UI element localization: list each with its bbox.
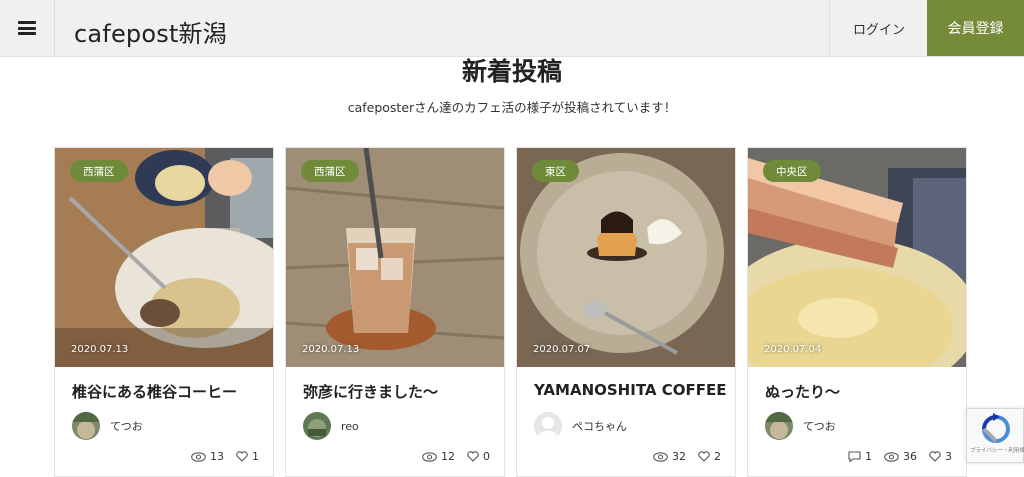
- author-name: てつお: [803, 420, 836, 433]
- menu-button[interactable]: [0, 0, 55, 56]
- post-card[interactable]: 西蒲区 2020.07.13 椎谷にある椎谷コーヒー てつお 13 1: [54, 147, 274, 477]
- views-stat: 32: [653, 450, 686, 463]
- eye-icon: [653, 451, 668, 462]
- post-date: 2020.07.13: [302, 344, 360, 355]
- post-stats: 32 2: [653, 450, 721, 463]
- likes-count: 3: [945, 450, 952, 463]
- likes-stat[interactable]: 0: [467, 450, 490, 463]
- heart-icon: [929, 451, 941, 462]
- post-photo[interactable]: 中央区 2020.07.04: [748, 148, 966, 367]
- post-title[interactable]: 椎谷にある椎谷コーヒー: [72, 381, 237, 402]
- post-card[interactable]: 中央区 2020.07.04 ぬったり〜 てつお 1 36 3: [747, 147, 967, 477]
- views-stat: 12: [422, 450, 455, 463]
- eye-icon: [191, 451, 206, 462]
- eye-icon: [884, 451, 899, 462]
- eye-icon: [422, 451, 437, 462]
- likes-stat[interactable]: 3: [929, 450, 952, 463]
- post-stats: 12 0: [422, 450, 490, 463]
- avatar: [534, 412, 562, 440]
- author-name: reo: [341, 419, 359, 433]
- views-stat: 36: [884, 450, 917, 463]
- section-title: 新着投稿: [461, 57, 562, 86]
- area-tag[interactable]: 西蒲区: [301, 160, 359, 182]
- login-button[interactable]: ログイン: [829, 0, 928, 56]
- heart-icon: [236, 451, 248, 462]
- area-tag[interactable]: 中央区: [763, 160, 821, 182]
- views-count: 13: [210, 450, 224, 463]
- post-author[interactable]: reo: [303, 412, 359, 440]
- comments-stat: 1: [848, 450, 872, 463]
- post-card[interactable]: 東区 2020.07.07 YAMANOSHITA COFFEE ペコちゃん 3…: [516, 147, 736, 477]
- likes-stat[interactable]: 1: [236, 450, 259, 463]
- likes-stat[interactable]: 2: [698, 450, 721, 463]
- hamburger-icon: [18, 21, 36, 35]
- post-photo[interactable]: 東区 2020.07.07: [517, 148, 735, 367]
- post-photo[interactable]: 西蒲区 2020.07.13: [55, 148, 273, 367]
- post-title[interactable]: 弥彦に行きました〜: [303, 381, 438, 402]
- views-stat: 13: [191, 450, 224, 463]
- site-header: cafepost新潟 ログイン 会員登録: [0, 0, 1024, 57]
- section-subtitle: cafeposterさん達のカフェ活の様子が投稿されています！: [347, 100, 677, 115]
- area-tag[interactable]: 東区: [532, 160, 579, 182]
- post-author[interactable]: てつお: [72, 412, 143, 440]
- post-author[interactable]: てつお: [765, 412, 836, 440]
- comment-icon: [848, 451, 861, 462]
- likes-count: 2: [714, 450, 721, 463]
- post-title[interactable]: ぬったり〜: [765, 381, 840, 402]
- post-date: 2020.07.04: [764, 344, 822, 355]
- views-count: 36: [903, 450, 917, 463]
- post-author[interactable]: ペコちゃん: [534, 412, 627, 440]
- author-name: ペコちゃん: [572, 420, 627, 433]
- recaptcha-footer[interactable]: プライバシー・利用規約: [970, 446, 1024, 454]
- post-card[interactable]: 西蒲区 2020.07.13 弥彦に行きました〜 reo 12 0: [285, 147, 505, 477]
- avatar: [72, 412, 100, 440]
- post-stats: 1 36 3: [848, 450, 952, 463]
- heart-icon: [467, 451, 479, 462]
- register-button[interactable]: 会員登録: [927, 0, 1024, 56]
- likes-count: 0: [483, 450, 490, 463]
- avatar: [765, 412, 793, 440]
- post-date: 2020.07.07: [533, 344, 591, 355]
- recaptcha-icon: [982, 413, 1010, 443]
- heart-icon: [698, 451, 710, 462]
- post-date: 2020.07.13: [71, 344, 129, 355]
- recaptcha-badge[interactable]: プライバシー・利用規約: [966, 408, 1024, 463]
- views-count: 12: [441, 450, 455, 463]
- post-photo[interactable]: 西蒲区 2020.07.13: [286, 148, 504, 367]
- author-name: てつお: [110, 420, 143, 433]
- area-tag[interactable]: 西蒲区: [70, 160, 128, 182]
- site-logo[interactable]: cafepost新潟: [74, 14, 227, 49]
- post-title[interactable]: YAMANOSHITA COFFEE: [534, 381, 726, 399]
- post-stats: 13 1: [191, 450, 259, 463]
- avatar: [303, 412, 331, 440]
- views-count: 32: [672, 450, 686, 463]
- likes-count: 1: [252, 450, 259, 463]
- comments-count: 1: [865, 450, 872, 463]
